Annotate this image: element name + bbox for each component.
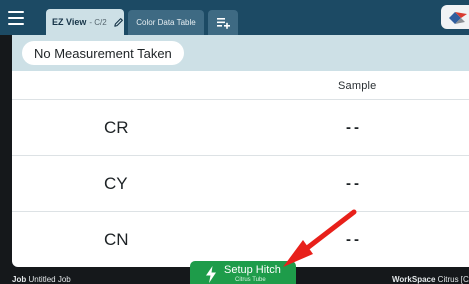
column-header-sample: Sample [338, 80, 377, 92]
hamburger-menu-icon[interactable] [8, 11, 24, 25]
app-window: EZ View - C/2 Color Data Table No Measur… [0, 0, 469, 284]
footer-job-value: Untitled Job [28, 275, 71, 284]
row-sample-value: -- [346, 231, 362, 248]
device-logo-icon [449, 12, 467, 24]
device-status-button[interactable] [441, 5, 469, 29]
measurement-panel: No Measurement Taken Sample CR -- CY -- … [12, 35, 469, 267]
footer-workspace: WorkSpace Citrus [C/2 [392, 275, 469, 284]
setup-hitch-subtitle: Citrus Tube [235, 277, 266, 283]
row-sample-value: -- [346, 175, 362, 192]
panel-header: No Measurement Taken [12, 35, 469, 71]
footer-workspace-value: Citrus [C/2 [437, 275, 469, 284]
row-label: CY [104, 174, 128, 193]
footer-workspace-label: WorkSpace [392, 275, 436, 284]
tab-ez-view-label: EZ View [52, 17, 87, 27]
setup-hitch-title: Setup Hitch [224, 264, 281, 276]
lightning-bolt-icon [206, 266, 216, 283]
measurement-status-badge: No Measurement Taken [22, 41, 184, 65]
pencil-edit-icon[interactable] [113, 17, 124, 28]
measurement-status-text: No Measurement Taken [34, 45, 172, 61]
tab-ez-view-sublabel: - C/2 [89, 17, 107, 27]
tab-bar: EZ View - C/2 Color Data Table [0, 0, 469, 35]
footer-job: Job Untitled Job [12, 275, 71, 284]
table-row: CN -- [12, 211, 469, 267]
tab-ez-view[interactable]: EZ View - C/2 [46, 9, 124, 35]
add-tab-button[interactable] [208, 10, 238, 35]
table-row: CY -- [12, 155, 469, 212]
footer-job-label: Job [12, 275, 27, 284]
playlist-add-icon [217, 18, 230, 29]
row-label: CR [104, 118, 129, 137]
row-label: CN [104, 230, 129, 249]
table-row: CR -- [12, 99, 469, 156]
tab-color-data-table-label: Color Data Table [136, 18, 196, 27]
row-sample-value: -- [346, 119, 362, 136]
tab-color-data-table[interactable]: Color Data Table [128, 10, 204, 35]
setup-hitch-button[interactable]: Setup Hitch Citrus Tube [190, 261, 296, 284]
